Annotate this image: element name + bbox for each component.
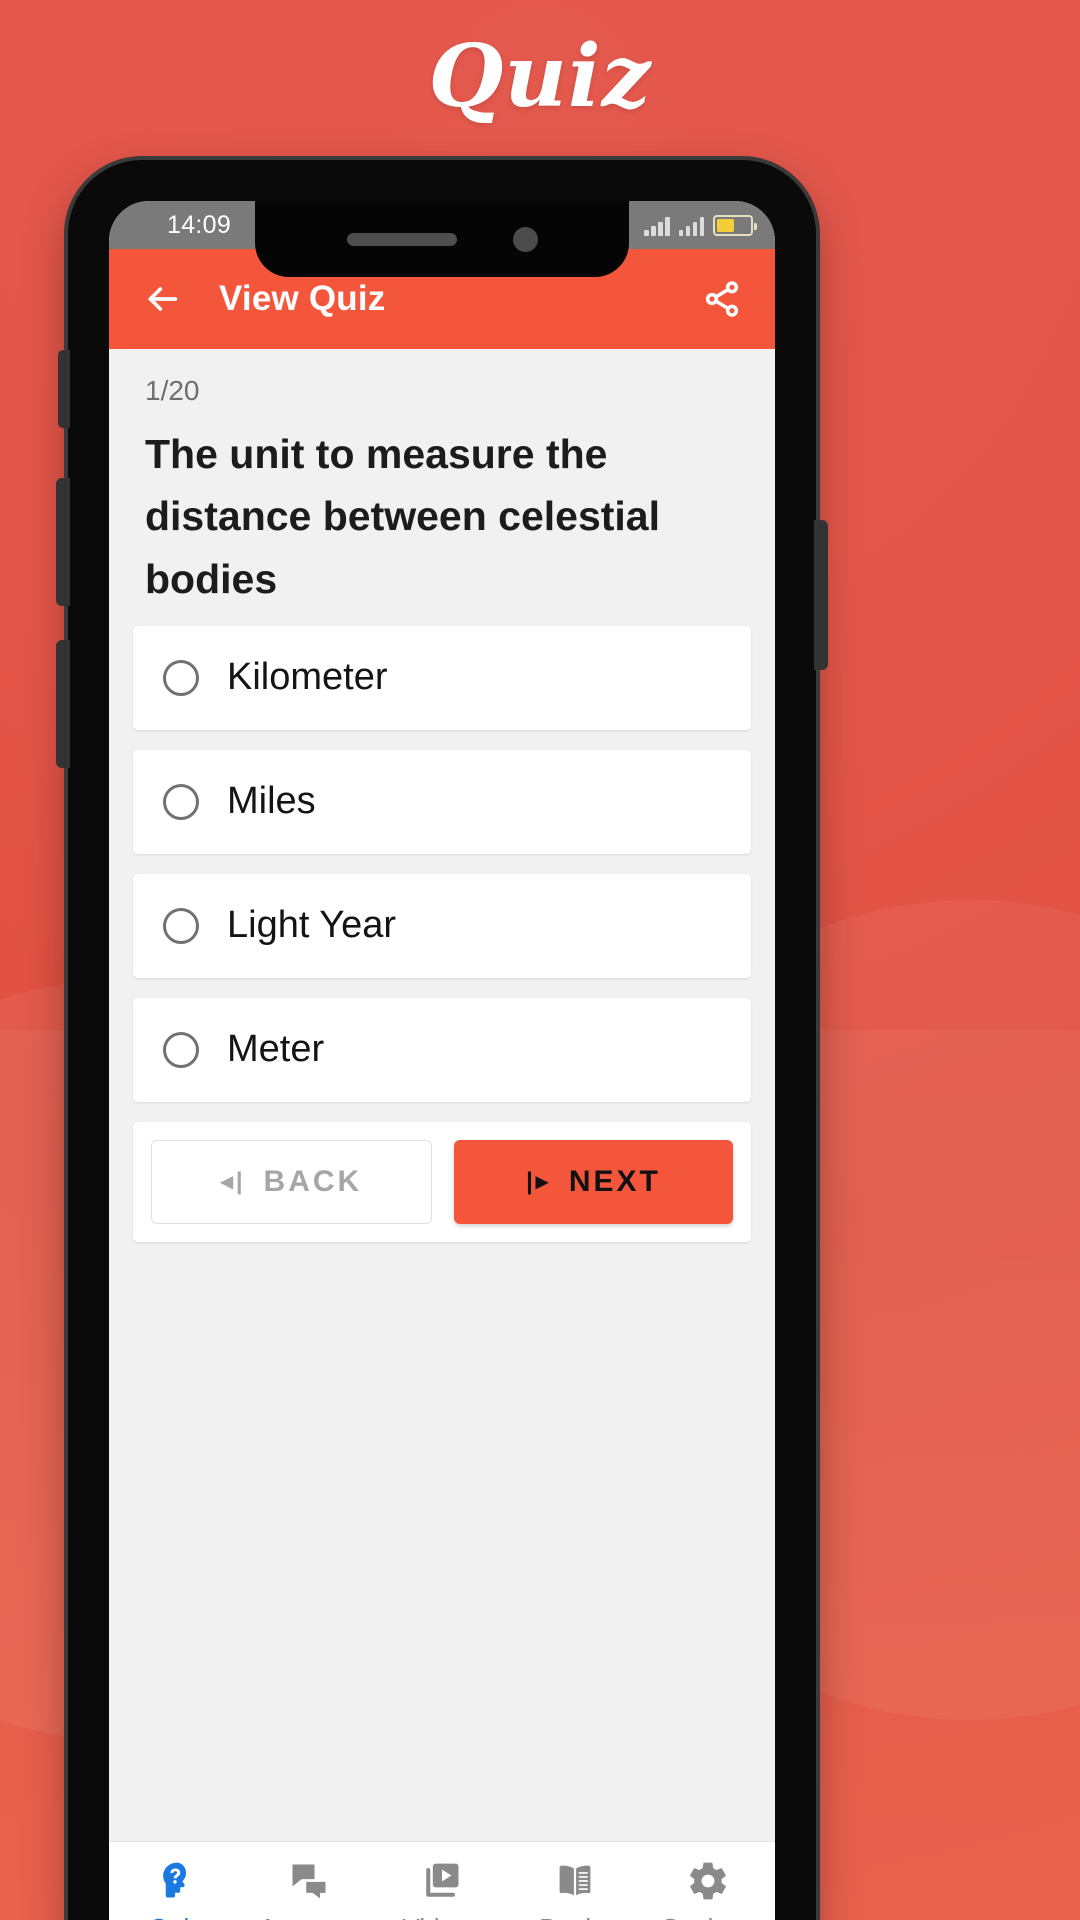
- bottom-nav-item-quiz[interactable]: Quiz: [109, 1859, 242, 1920]
- answer-option-label: Light Year: [227, 904, 397, 947]
- bottom-nav-item-books[interactable]: Books: [509, 1859, 642, 1920]
- question-counter: 1/20: [145, 375, 200, 406]
- front-camera: [512, 226, 538, 252]
- answer-option[interactable]: Kilometer: [133, 625, 751, 730]
- poster-title: Quiz: [428, 26, 652, 127]
- signal-bars-icon-2: [678, 215, 704, 236]
- status-bar-time: 14:09: [167, 210, 232, 239]
- phone-button-power: [814, 520, 828, 670]
- bottom-navigation-bar: Quiz Answers Videos: [109, 1841, 775, 1920]
- bottom-nav-label: Settings: [661, 1913, 755, 1920]
- radio-button-icon[interactable]: [163, 907, 199, 944]
- radio-button-icon[interactable]: [163, 659, 199, 696]
- status-bar-indicators: [644, 214, 757, 236]
- next-button-label: NEXT: [568, 1164, 661, 1198]
- back-button-label: BACK: [263, 1164, 363, 1198]
- next-button[interactable]: |▸ NEXT: [454, 1139, 733, 1224]
- answer-option-label: Miles: [227, 780, 316, 823]
- phone-button-volume-up: [56, 478, 70, 606]
- video-library-icon: [426, 1863, 459, 1897]
- head-question-icon: [162, 1862, 186, 1897]
- bottom-nav-item-answers[interactable]: Answers: [242, 1859, 375, 1920]
- app-bar-title: View Quiz: [219, 279, 386, 318]
- phone-button-volume-down: [56, 640, 70, 768]
- question-navigation-card: ◂| BACK |▸ NEXT: [133, 1121, 751, 1242]
- previous-track-icon: ◂|: [220, 1167, 246, 1195]
- answer-option[interactable]: Miles: [133, 749, 751, 854]
- open-book-icon: [559, 1865, 591, 1895]
- earpiece-speaker: [346, 232, 457, 246]
- answer-option-label: Kilometer: [227, 656, 388, 699]
- bottom-nav-label: Answers: [259, 1913, 359, 1920]
- phone-button-mute: [58, 350, 70, 428]
- phone-notch: [255, 201, 629, 277]
- bottom-nav-label: Videos: [402, 1913, 481, 1920]
- answer-option[interactable]: Light Year: [133, 873, 751, 978]
- battery-icon: [713, 214, 757, 236]
- share-icon[interactable]: [699, 276, 745, 322]
- bottom-nav-item-videos[interactable]: Videos: [375, 1859, 508, 1920]
- chat-bubbles-icon: [292, 1864, 326, 1898]
- phone-screen: 14:09 View Quiz 1/20 The unit to measure…: [109, 201, 775, 1920]
- phone-mockup: 14:09 View Quiz 1/20 The unit to measure…: [56, 160, 828, 1920]
- bottom-nav-label: Quiz: [149, 1913, 202, 1920]
- bottom-nav-label: Books: [539, 1913, 611, 1920]
- radio-button-icon[interactable]: [163, 783, 199, 820]
- next-track-icon: |▸: [526, 1167, 551, 1195]
- bottom-nav-item-settings[interactable]: Settings: [642, 1859, 775, 1920]
- quiz-content: 1/20 The unit to measure the distance be…: [109, 349, 775, 1693]
- back-arrow-icon[interactable]: [139, 276, 185, 322]
- back-button[interactable]: ◂| BACK: [151, 1139, 432, 1224]
- signal-bars-icon: [644, 215, 670, 236]
- answer-option-label: Meter: [227, 1028, 325, 1071]
- radio-button-icon[interactable]: [163, 1031, 199, 1068]
- question-text: The unit to measure the distance between…: [145, 431, 661, 602]
- gear-icon: [690, 1862, 727, 1899]
- poster-stage: Quiz 14:09 View Quiz 1/20 The unit to me…: [0, 0, 1080, 1920]
- answer-options-list: Kilometer Miles Light Year Meter: [109, 610, 775, 1102]
- answer-option[interactable]: Meter: [133, 997, 751, 1102]
